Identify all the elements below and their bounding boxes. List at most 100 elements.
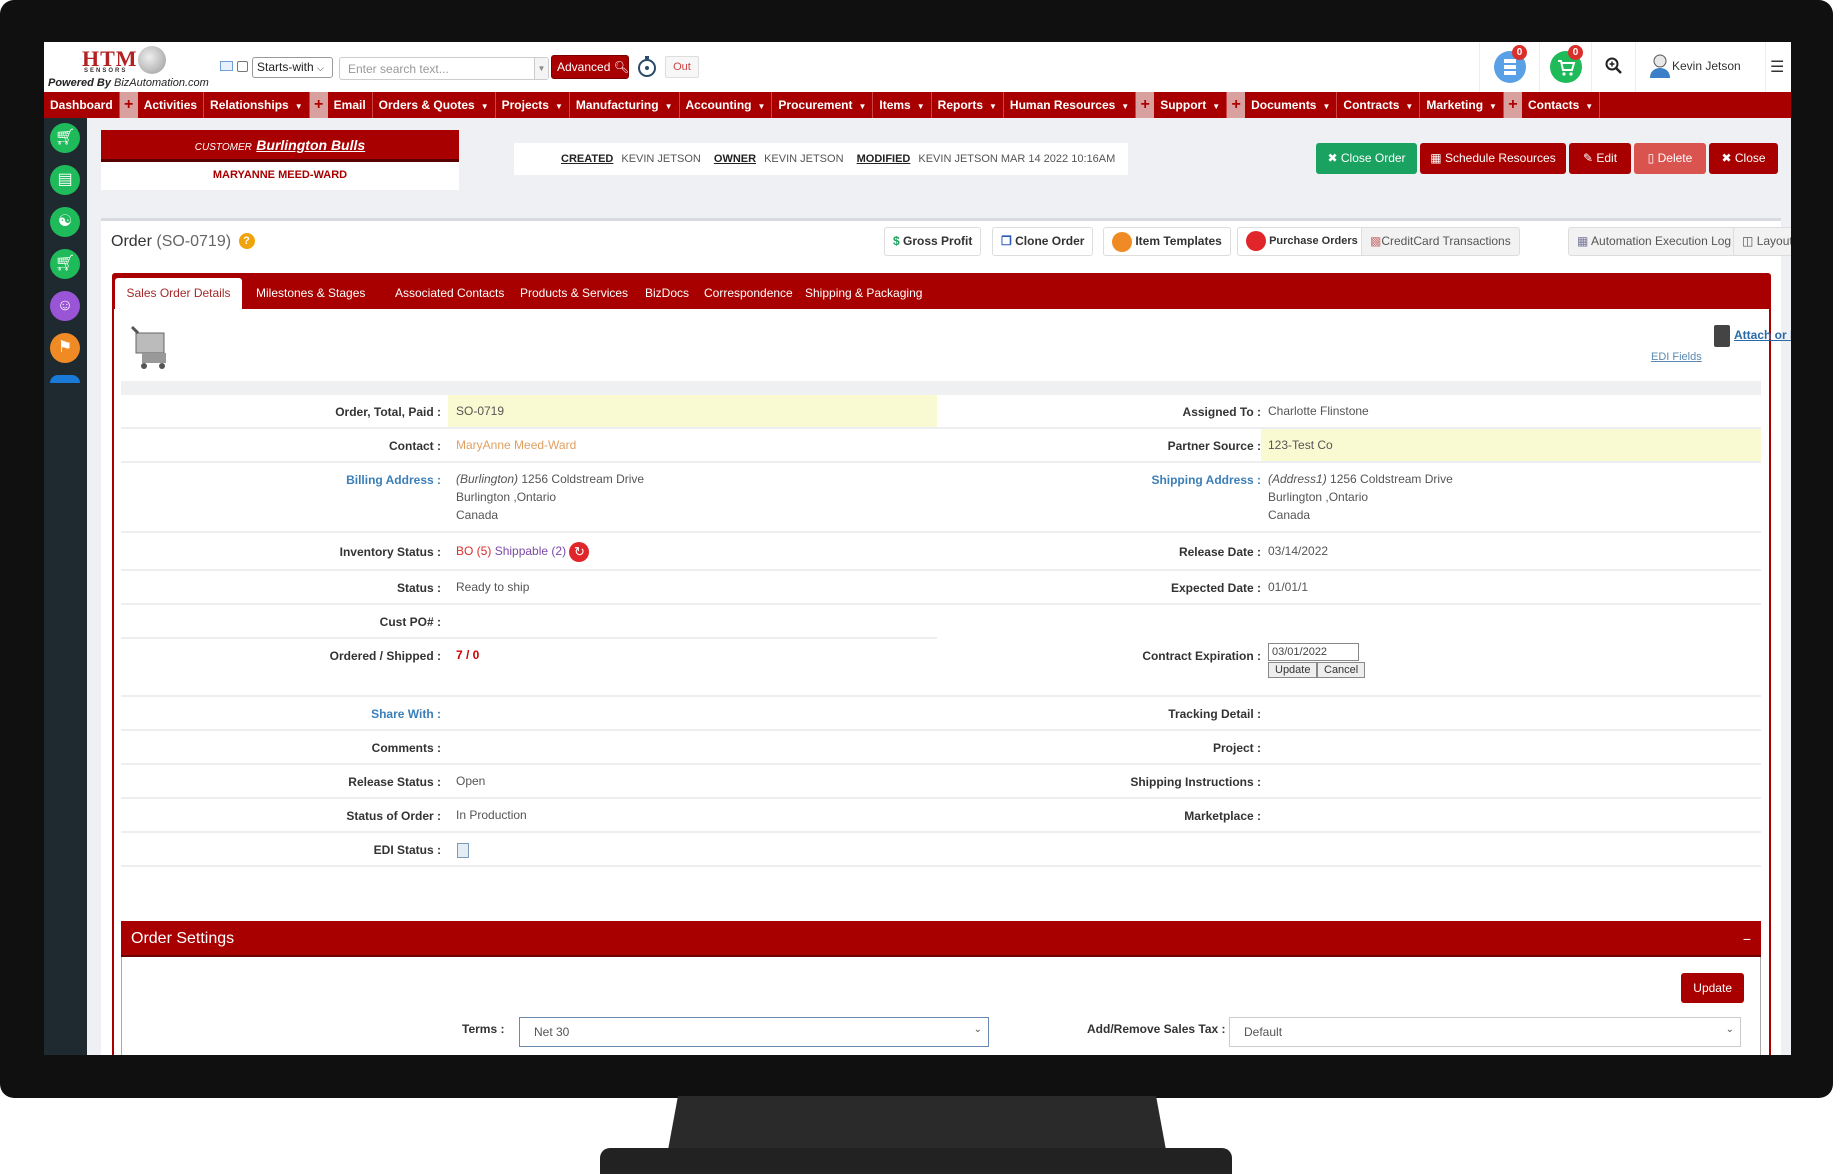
item-templates-button[interactable]: Item Templates: [1103, 227, 1231, 256]
document-icon[interactable]: ▤: [50, 165, 80, 195]
field-label: Assigned To :: [1182, 405, 1261, 419]
edi-status-icon[interactable]: [457, 843, 469, 858]
contact-link[interactable]: MaryAnne Meed-Ward: [456, 436, 576, 454]
tab-correspondence[interactable]: Correspondence: [696, 278, 801, 309]
clock-out-button[interactable]: Out: [665, 56, 699, 78]
customer-contact[interactable]: MARYANNE MEED-WARD: [101, 162, 459, 188]
search-mode-select[interactable]: Starts-with ⌵: [252, 57, 333, 78]
attach-or-link[interactable]: Attach or Link: [1714, 325, 1791, 347]
nav-human-resources[interactable]: Human Resources ▼: [1004, 92, 1137, 118]
credit-card-icon: ▩: [1370, 234, 1382, 248]
nav-dashboard[interactable]: Dashboard: [44, 92, 120, 118]
globe-icon: [138, 46, 166, 74]
automation-log-button[interactable]: ▦ Automation Execution Log: [1568, 227, 1741, 256]
caret-down-icon: ▼: [916, 102, 925, 111]
sales-order-cart-icon[interactable]: 🛒︎: [50, 123, 80, 153]
sales-tax-select[interactable]: Default ⌄: [1229, 1017, 1741, 1047]
contract-update-button[interactable]: Update: [1268, 662, 1318, 678]
field-label: Order, Total, Paid :: [335, 405, 441, 419]
user-menu[interactable]: Kevin Jetson: [1635, 42, 1765, 92]
tab-bizdocs[interactable]: BizDocs: [637, 278, 697, 309]
stopwatch-icon[interactable]: [636, 54, 658, 78]
field-row: Comments : Project :: [121, 731, 1761, 765]
search-scope-checkbox[interactable]: [237, 61, 248, 72]
close-button[interactable]: ✖ Close: [1709, 143, 1778, 174]
nav-email[interactable]: Email: [328, 92, 373, 118]
creditcard-transactions-button[interactable]: ▩CreditCard Transactions: [1361, 227, 1520, 256]
schedule-resources-button[interactable]: ▦ Schedule Resources: [1420, 143, 1566, 174]
nav-projects[interactable]: Projects ▼: [496, 92, 570, 118]
advanced-search-button[interactable]: Advanced 🔍︎: [551, 55, 629, 79]
nav-procurement[interactable]: Procurement ▼: [772, 92, 874, 118]
layout-button[interactable]: ◫ Layout: [1733, 227, 1791, 256]
chevron-down-icon: ⌄: [973, 1024, 982, 1035]
plus-icon[interactable]: +: [309, 92, 328, 118]
gross-profit-button[interactable]: $ Gross Profit: [884, 227, 982, 256]
nav-accounting[interactable]: Accounting ▼: [680, 92, 773, 118]
plus-icon[interactable]: +: [119, 92, 138, 118]
delete-button[interactable]: ▯ Delete: [1634, 143, 1706, 174]
zoom-in-icon: [1605, 57, 1622, 74]
search-input[interactable]: Enter search text... ▼: [339, 57, 549, 80]
shipping-address-link[interactable]: Shipping Address :: [1151, 473, 1261, 487]
purchase-cart-icon[interactable]: 🛒︎: [50, 249, 80, 279]
inventory-notification[interactable]: 0: [1479, 42, 1539, 92]
field-row: Inventory Status : BO (5) Shippable (2) …: [121, 533, 1761, 571]
created-label: CREATED: [561, 153, 614, 165]
tab-products-services[interactable]: Products & Services: [512, 278, 636, 309]
handshake-icon[interactable]: ☯: [50, 207, 80, 237]
share-with-link[interactable]: Share With :: [371, 707, 441, 721]
nav-activities[interactable]: Activities: [138, 92, 205, 118]
contract-expiration-input[interactable]: [1268, 643, 1359, 661]
help-icon[interactable]: ?: [238, 233, 255, 249]
order-settings-update-button[interactable]: Update: [1681, 973, 1744, 1003]
edit-button[interactable]: ✎ Edit: [1569, 143, 1631, 174]
caret-down-icon: ▼: [757, 102, 766, 111]
plus-icon[interactable]: +: [1136, 92, 1155, 118]
search-dropdown-icon[interactable]: ▼: [534, 58, 548, 79]
order-id: (SO-0719): [156, 233, 232, 250]
assigned-to-value: Charlotte Flinstone: [1268, 404, 1369, 418]
refresh-icon[interactable]: ↻: [569, 542, 590, 562]
contract-cancel-button[interactable]: Cancel: [1317, 662, 1366, 678]
tab-milestones[interactable]: Milestones & Stages: [248, 278, 373, 309]
nav-marketing[interactable]: Marketing ▼: [1420, 92, 1504, 118]
plus-icon[interactable]: +: [1227, 92, 1246, 118]
worker-icon[interactable]: ☺: [50, 291, 80, 321]
purchase-orders-button[interactable]: Purchase Orders: [1237, 227, 1367, 256]
owner-label: OWNER: [713, 153, 757, 165]
customer-header: CUSTOMER Burlington Bulls: [101, 130, 459, 162]
zoom-button[interactable]: [1591, 42, 1635, 92]
nav-contracts[interactable]: Contracts ▼: [1337, 92, 1421, 118]
caret-down-icon: ▼: [858, 102, 867, 111]
close-order-button[interactable]: ✖ Close Order: [1316, 143, 1417, 174]
nav-reports[interactable]: Reports ▼: [932, 92, 1004, 118]
nav-items[interactable]: Items ▼: [873, 92, 932, 118]
nav-support[interactable]: Support ▼: [1154, 92, 1228, 118]
tab-associated-contacts[interactable]: Associated Contacts: [387, 278, 512, 309]
customer-name-link[interactable]: Burlington Bulls: [256, 137, 365, 153]
record-meta: CREATED KEVIN JETSON OWNER KEVIN JETSON MO…: [514, 143, 1128, 175]
tab-sales-order-details[interactable]: Sales Order Details: [115, 278, 242, 309]
collapse-icon[interactable]: −: [1743, 921, 1751, 957]
terms-select[interactable]: Net 30 ⌄: [519, 1017, 989, 1047]
nav-orders-quotes[interactable]: Orders & Quotes ▼: [373, 92, 496, 118]
mail-icon[interactable]: [220, 61, 233, 71]
tag-icon[interactable]: ⚑: [50, 333, 80, 363]
edi-fields-link[interactable]: EDI Fields: [1651, 351, 1702, 363]
tab-shipping-packaging[interactable]: Shipping & Packaging: [797, 278, 930, 309]
clone-order-button[interactable]: ❐ Clone Order: [992, 227, 1094, 256]
billing-address-link[interactable]: Billing Address :: [346, 473, 441, 487]
nav-manufacturing[interactable]: Manufacturing ▼: [570, 92, 680, 118]
field-row: Contact : MaryAnne Meed-Ward Partner Sou…: [121, 429, 1761, 463]
nav-contacts[interactable]: Contacts ▼: [1522, 92, 1601, 118]
hamburger-menu[interactable]: ☰: [1765, 42, 1791, 92]
cart-notification[interactable]: 0: [1539, 42, 1591, 92]
order-settings-header[interactable]: Order Settings −: [121, 921, 1761, 957]
plus-icon[interactable]: +: [1503, 92, 1522, 118]
nav-documents[interactable]: Documents ▼: [1245, 92, 1338, 118]
logo[interactable]: HTM SENSORS Powered By BizAutomation.com: [46, 44, 216, 90]
more-icon[interactable]: [50, 375, 80, 383]
nav-relationships[interactable]: Relationships ▼: [204, 92, 310, 118]
tag-icon: [1112, 231, 1132, 252]
